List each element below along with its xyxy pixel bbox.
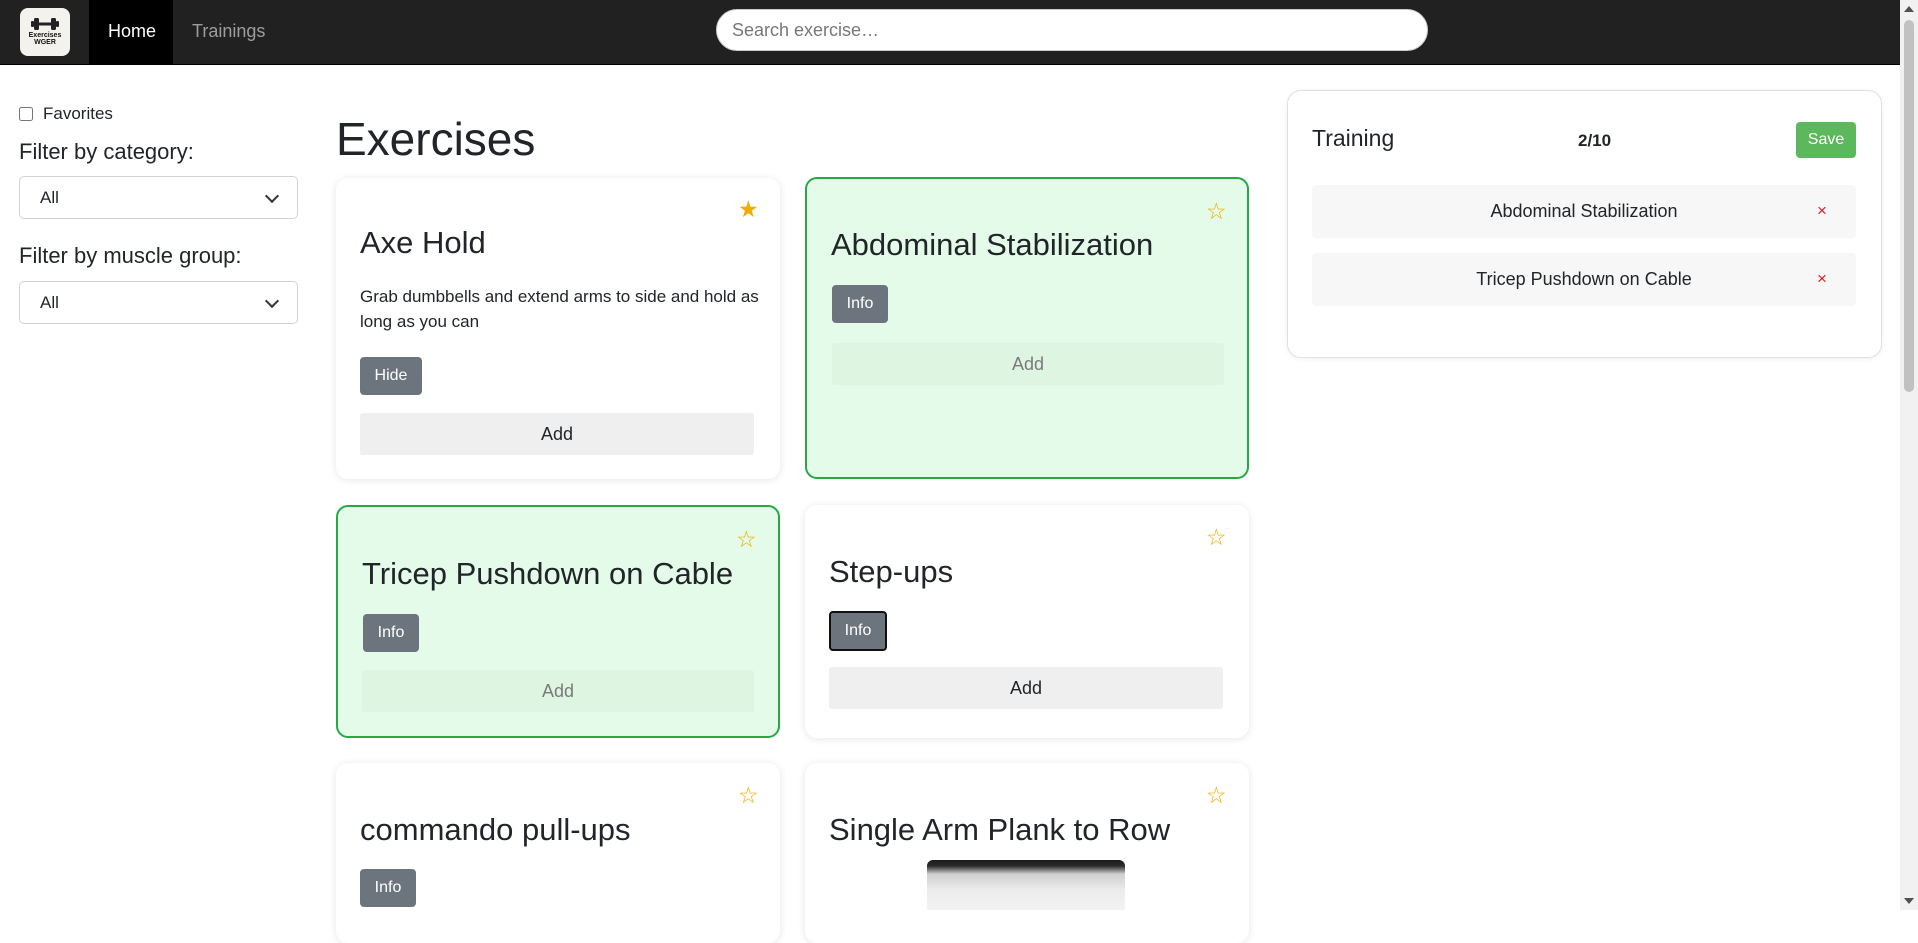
star-empty-icon[interactable]: ☆ — [738, 784, 759, 807]
exercise-title: commando pull-ups — [360, 812, 631, 847]
add-exercise-button-disabled[interactable]: Add — [362, 670, 754, 712]
star-empty-icon[interactable]: ☆ — [1206, 526, 1227, 549]
muscle-group-select[interactable]: All — [19, 281, 298, 324]
exercise-image — [927, 860, 1125, 910]
training-item-name: Abdominal Stabilization — [1490, 201, 1678, 221]
scroll-down-arrow-icon[interactable] — [1904, 898, 1914, 904]
scrollbar-thumb[interactable] — [1904, 20, 1914, 392]
favorites-filter: Favorites — [19, 104, 113, 124]
nav-trainings[interactable]: Trainings — [173, 0, 284, 64]
add-exercise-button[interactable]: Add — [360, 413, 754, 455]
category-select-value: All — [40, 187, 59, 207]
exercise-card-single-arm-plank-to-row: ☆ Single Arm Plank to Row — [805, 763, 1249, 943]
logo-text-line1: Exercises — [28, 32, 62, 39]
exercise-title: Axe Hold — [360, 225, 486, 260]
logo-text-line2: WGER — [34, 39, 56, 46]
top-navbar: Exercises WGER Home Trainings — [0, 0, 1900, 65]
training-item: Tricep Pushdown on Cable × — [1312, 253, 1856, 306]
info-button[interactable]: Info — [832, 285, 888, 323]
add-exercise-button-disabled[interactable]: Add — [832, 343, 1224, 385]
info-button[interactable]: Info — [829, 611, 887, 651]
exercise-card-commando-pull-ups: ☆ commando pull-ups Info — [336, 763, 780, 943]
exercise-title: Single Arm Plank to Row — [829, 812, 1171, 847]
training-title: Training — [1312, 125, 1395, 151]
page-title: Exercises — [336, 113, 536, 165]
add-exercise-button[interactable]: Add — [829, 667, 1223, 709]
info-button[interactable]: Info — [360, 869, 416, 907]
search-input[interactable] — [716, 9, 1428, 51]
dumbbell-icon — [31, 18, 59, 30]
remove-icon[interactable]: × — [1817, 253, 1827, 304]
star-empty-icon[interactable]: ☆ — [736, 528, 757, 551]
favorites-checkbox[interactable] — [19, 107, 33, 121]
exercise-card-abdominal-stabilization: ☆ Abdominal Stabilization Info Add — [805, 177, 1249, 479]
training-count: 2/10 — [1578, 131, 1612, 150]
logo-text: Exercises WGER — [29, 32, 62, 46]
exercise-title: Step-ups — [829, 554, 954, 589]
training-item-name: Tricep Pushdown on Cable — [1476, 269, 1692, 289]
favorites-label[interactable]: Favorites — [43, 104, 113, 124]
chevron-down-icon — [264, 188, 280, 203]
exercise-card-step-ups: ☆ Step-ups Info Add — [805, 505, 1249, 738]
info-button[interactable]: Info — [363, 614, 419, 652]
exercise-description: Grab dumbbells and extend arms to side a… — [360, 287, 759, 331]
muscle-filter-label: Filter by muscle group: — [19, 243, 242, 268]
exercise-title: Tricep Pushdown on Cable — [362, 556, 734, 591]
exercise-card-axe-hold: ★ Axe Hold Grab dumbbells and extend arm… — [336, 178, 780, 479]
scroll-up-arrow-icon[interactable] — [1904, 6, 1914, 12]
star-filled-icon[interactable]: ★ — [738, 198, 759, 221]
remove-icon[interactable]: × — [1817, 185, 1827, 236]
nav-home[interactable]: Home — [89, 0, 173, 64]
exercise-card-tricep-pushdown: ☆ Tricep Pushdown on Cable Info Add — [336, 505, 780, 738]
muscle-select-value: All — [40, 292, 59, 312]
training-panel: Training 2/10 Save Abdominal Stabilizati… — [1287, 90, 1882, 358]
category-filter-label: Filter by category: — [19, 139, 194, 164]
app-logo[interactable]: Exercises WGER — [20, 8, 70, 56]
page-scrollbar[interactable] — [1900, 0, 1918, 910]
exercise-title: Abdominal Stabilization — [831, 227, 1154, 262]
category-select[interactable]: All — [19, 176, 298, 219]
hide-info-button[interactable]: Hide — [360, 357, 422, 395]
save-training-button[interactable]: Save — [1796, 122, 1856, 158]
training-item: Abdominal Stabilization × — [1312, 185, 1856, 238]
star-empty-icon[interactable]: ☆ — [1206, 784, 1227, 807]
chevron-down-icon — [264, 293, 280, 308]
star-empty-icon[interactable]: ☆ — [1206, 200, 1227, 223]
